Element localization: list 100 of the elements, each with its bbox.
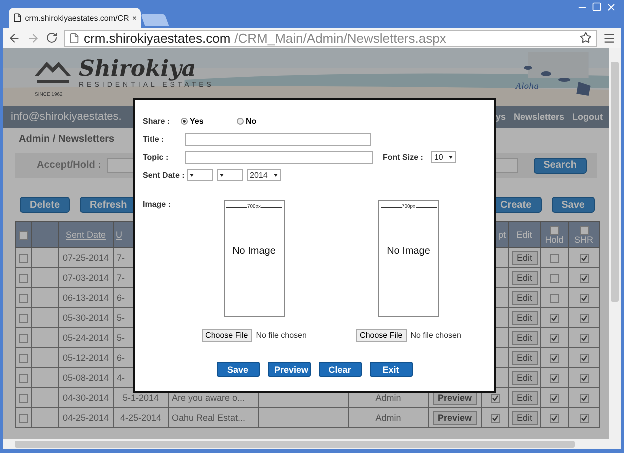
checkbox[interactable] [550,314,559,323]
edit-button[interactable]: Edit [512,290,538,304]
checkbox[interactable] [580,354,588,363]
search-button[interactable]: Search [534,158,587,174]
checkbox[interactable] [550,254,559,263]
checkbox[interactable] [550,226,559,235]
checkbox[interactable] [490,394,500,403]
action-button[interactable]: Save [552,197,595,213]
checkbox[interactable] [580,314,588,323]
checkbox[interactable] [580,334,588,343]
file-status: No file chosen [410,331,462,340]
sort-link[interactable]: U [116,230,122,240]
table-cell: 04-30-2014 [62,392,110,402]
column-header: Hold [545,234,564,245]
dialog-button[interactable]: Exit [370,362,412,377]
close-tab-button[interactable]: × [132,14,137,22]
vertical-scrollbar[interactable] [609,48,621,439]
share-radio[interactable]: Yes [181,116,233,126]
back-icon[interactable] [8,32,21,44]
checkbox[interactable] [580,226,588,235]
nav-link[interactable]: Newsletters [514,112,564,122]
preview-button[interactable]: Preview [432,410,478,424]
checkbox[interactable] [19,414,28,423]
column-header: Edit [516,230,532,240]
edit-button[interactable]: Edit [512,350,538,364]
tab-title: crm.shirokiyaestates.com/CR [25,14,130,22]
checkbox[interactable] [19,334,28,343]
checkbox[interactable] [550,334,559,343]
nav-link[interactable]: Logout [572,112,603,122]
field-label: Image : [143,200,172,211]
table-cell: 04-25-2014 [62,412,110,422]
checkbox[interactable] [19,274,28,283]
checkbox[interactable] [580,414,588,423]
horizontal-scrollbar[interactable] [3,439,621,449]
choose-file-button[interactable]: Choose File [356,329,407,342]
checkbox[interactable] [550,414,559,423]
table-cell: Oahu Real Estat... [172,412,246,422]
edit-button[interactable]: Edit [512,390,538,404]
table-cell: 05-24-2014 [62,332,110,342]
edit-button[interactable]: Edit [512,370,538,384]
file-status: No file chosen [256,331,307,340]
checkbox[interactable] [550,274,559,283]
edit-button[interactable]: Edit [512,270,538,284]
menu-icon[interactable] [603,32,616,44]
email-link[interactable]: info@shirokiyaestates. [11,111,122,123]
page-icon [13,13,22,23]
column-header: pt [498,230,506,240]
table-cell: 05-08-2014 [62,372,110,382]
checkbox[interactable] [19,294,28,303]
dialog-button[interactable]: Clear [318,362,362,377]
brand-name: Shirokiya [79,56,198,82]
forward-icon[interactable] [27,32,40,44]
title-field[interactable] [185,132,371,146]
checkbox[interactable] [19,254,28,263]
checkbox[interactable] [550,374,559,383]
checkbox[interactable] [580,254,588,263]
address-bar[interactable]: crm.shirokiyaestates.com /CRM_Main/Admin/Newsletters.aspx [64,30,597,46]
choose-file-button[interactable]: Choose File [202,329,252,342]
close-icon[interactable] [606,2,617,13]
action-button[interactable]: Delete [20,197,70,213]
checkbox[interactable] [580,274,588,283]
edit-button[interactable]: Edit [512,310,538,324]
checkbox[interactable] [580,294,588,303]
checkbox[interactable] [490,414,500,423]
bookmark-star-icon[interactable] [580,32,592,44]
topic-field[interactable] [185,150,373,164]
date-select[interactable]: 2014 [247,169,281,181]
checkbox[interactable] [19,354,28,363]
new-tab-button[interactable] [140,14,170,26]
maximize-icon[interactable] [592,2,602,12]
checkbox[interactable] [550,354,559,363]
checkbox[interactable] [580,394,588,403]
dialog-button[interactable]: Preview [268,362,310,377]
table-cell: 5- [117,312,126,322]
checkbox[interactable] [550,394,559,403]
checkbox[interactable] [19,394,28,403]
share-radio[interactable]: No [237,116,289,126]
date-select[interactable] [217,169,243,181]
checkbox[interactable] [19,314,28,323]
checkbox[interactable] [550,294,559,303]
dialog-button[interactable]: Save [216,362,260,377]
aloha-label: Aloha [516,82,539,91]
edit-button[interactable]: Edit [512,330,538,344]
date-select[interactable] [187,169,213,181]
table-cell: Admin [376,392,402,402]
checkbox[interactable] [19,230,28,240]
table-cell: 7- [117,272,126,282]
checkbox[interactable] [19,374,28,383]
table-cell: 7- [117,252,126,262]
table-cell: 06-13-2014 [62,292,110,302]
checkbox[interactable] [580,374,588,383]
reload-icon[interactable] [46,32,58,44]
browser-tab[interactable]: crm.shirokiyaestates.com/CR × [9,8,141,28]
font-size-select[interactable]: 10 [431,151,456,163]
nav-link[interactable]: ys [496,112,506,122]
edit-button[interactable]: Edit [512,250,538,264]
page-icon [69,32,80,44]
table-cell: 07-03-2014 [62,272,110,282]
edit-button[interactable]: Edit [512,410,538,424]
no-image-text: No Image [232,246,276,257]
